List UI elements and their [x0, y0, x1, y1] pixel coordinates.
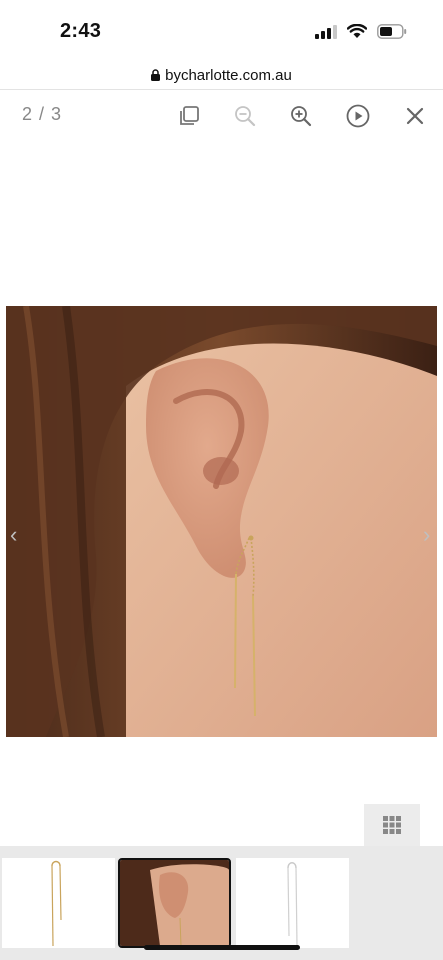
status-time: 2:43 — [60, 20, 102, 42]
close-icon — [406, 107, 424, 125]
status-bar: 2:43 — [0, 0, 443, 62]
copy-button[interactable] — [175, 102, 203, 130]
ear-thumbnail — [120, 860, 229, 946]
home-indicator — [144, 945, 300, 950]
url-text: bycharlotte.com.au — [165, 66, 292, 84]
product-photo[interactable] — [6, 306, 437, 737]
next-image-arrow[interactable]: › — [423, 522, 430, 548]
previous-image-arrow[interactable]: ‹ — [10, 522, 17, 548]
cellular-signal-icon — [315, 24, 337, 39]
wifi-icon — [347, 24, 367, 38]
zoom-in-button[interactable] — [287, 102, 315, 130]
zoom-out-icon — [235, 106, 256, 127]
thumbnail-1[interactable] — [2, 858, 115, 948]
slideshow-play-button[interactable] — [344, 102, 372, 130]
grid-icon — [383, 816, 401, 834]
thumbnail-3[interactable] — [236, 858, 349, 948]
battery-icon — [377, 24, 407, 39]
ear-with-threader-earring-image — [6, 306, 437, 737]
viewer-toolbar — [0, 90, 443, 142]
status-icons — [315, 24, 407, 39]
close-button[interactable] — [401, 102, 429, 130]
thumbnail-2[interactable] — [118, 858, 231, 948]
earring-detail-thumbnail — [287, 862, 298, 947]
thumbnail-grid-button[interactable] — [364, 804, 420, 846]
address-bar[interactable]: bycharlotte.com.au — [0, 62, 443, 88]
play-icon — [346, 104, 370, 128]
zoom-in-icon — [291, 106, 312, 127]
copy-icon — [180, 106, 199, 125]
zoom-out-button[interactable] — [231, 102, 259, 130]
lock-icon — [151, 69, 161, 81]
earring-product-thumbnail — [51, 860, 62, 947]
image-counter: 2 / 3 — [22, 104, 63, 124]
